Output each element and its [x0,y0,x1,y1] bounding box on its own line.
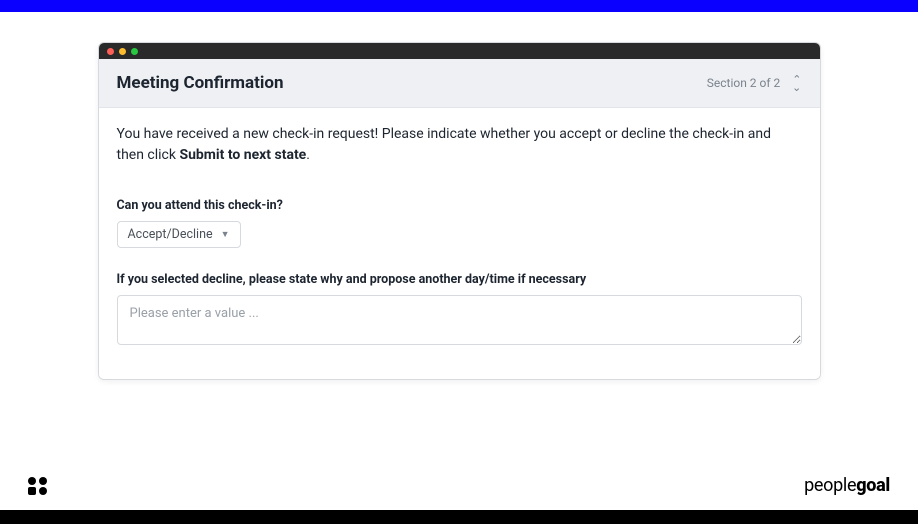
caret-down-icon: ▼ [221,229,230,240]
brand-part2: goal [856,475,890,496]
collapse-icon[interactable]: ⌃ ⌃ [792,77,801,89]
window-close-icon[interactable] [107,48,114,55]
decline-reason-input[interactable] [117,295,802,345]
intro-text: You have received a new check-in request… [117,124,802,166]
footer-logo-icon [28,477,47,495]
section-counter: Section 2 of 2 [707,76,781,90]
section-title: Meeting Confirmation [117,73,284,93]
logo-dot [28,487,36,495]
intro-after: . [306,147,310,163]
brand-part1: people [804,475,856,496]
logo-dot [28,477,36,485]
attend-select-value: Accept/Decline [128,227,213,242]
brand-wordmark: peoplegoal [804,475,890,496]
window-minimize-icon[interactable] [119,48,126,55]
section-body: You have received a new check-in request… [99,108,820,379]
footer-row: peoplegoal [0,475,918,496]
logo-dot [39,477,47,485]
window-title-bar [99,43,820,59]
decline-label: If you selected decline, please state wh… [117,272,802,287]
intro-bold: Submit to next state [179,147,306,163]
window-maximize-icon[interactable] [131,48,138,55]
top-accent-bar [0,0,918,12]
attend-label: Can you attend this check-in? [117,198,802,213]
app-window: Meeting Confirmation Section 2 of 2 ⌃ ⌃ … [98,42,821,380]
attend-select[interactable]: Accept/Decline ▼ [117,221,241,248]
page-canvas: Meeting Confirmation Section 2 of 2 ⌃ ⌃ … [0,12,918,510]
section-header-right: Section 2 of 2 ⌃ ⌃ [707,76,802,90]
logo-dot [39,487,47,495]
section-header: Meeting Confirmation Section 2 of 2 ⌃ ⌃ [99,59,820,108]
